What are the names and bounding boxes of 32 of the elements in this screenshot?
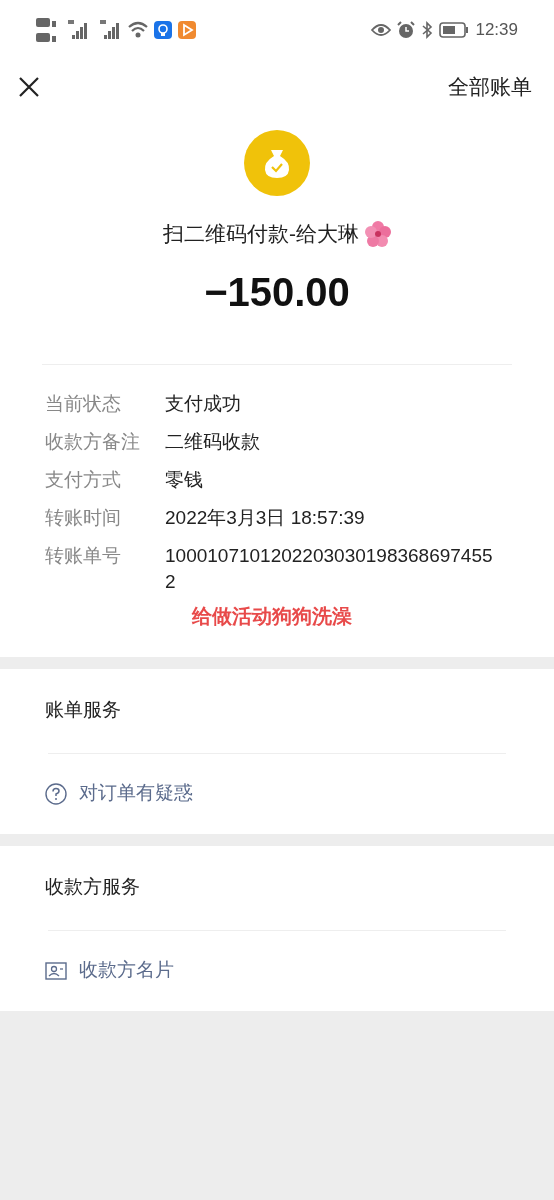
play-app-icon: [178, 21, 196, 39]
annotation-text: 给做活动狗狗洗澡: [192, 603, 352, 629]
detail-label: 支付方式: [45, 467, 122, 492]
hd-icon: [36, 16, 58, 44]
wifi-icon: [128, 21, 148, 39]
detail-value: 二维码收款: [165, 429, 261, 454]
detail-label: 收款方备注: [45, 429, 141, 454]
detail-value: 支付成功: [165, 391, 242, 416]
money-bag-icon: [244, 130, 310, 196]
status-time: 12:39: [475, 19, 518, 42]
payment-title: 扫二维码付款-给大琳: [163, 221, 359, 247]
detail-value: 10001071012022030301983686974552: [165, 543, 494, 594]
alarm-icon: [397, 21, 416, 39]
service-link[interactable]: 对订单有疑惑: [45, 779, 193, 808]
section-title: 账单服务: [45, 698, 121, 723]
close-button[interactable]: [18, 76, 40, 98]
section-title: 收款方服务: [45, 875, 140, 900]
bluetooth-icon: [421, 21, 434, 39]
detail-label: 转账时间: [45, 505, 122, 530]
question-icon: [45, 782, 67, 805]
bulb-app-icon: [154, 21, 172, 39]
flower-icon: [365, 220, 391, 247]
detail-label: 当前状态: [45, 391, 122, 416]
eye-icon: [371, 23, 392, 37]
amount: −150.00: [204, 271, 350, 312]
contact-card-icon: [45, 960, 67, 981]
service-link[interactable]: 收款方名片: [45, 956, 174, 985]
battery-icon: [439, 22, 470, 38]
detail-value: 零钱: [165, 467, 204, 492]
detail-value: 2022年3月3日 18:57:39: [165, 505, 366, 530]
all-bills-link[interactable]: 全部账单: [448, 71, 536, 103]
detail-label: 转账单号: [45, 543, 122, 568]
